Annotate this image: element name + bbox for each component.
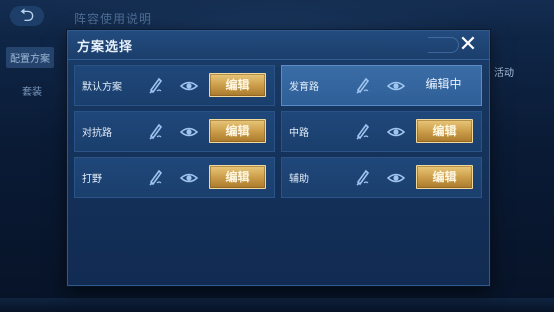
- plan-name: 中路: [289, 128, 309, 139]
- plan-card-default[interactable]: 默认方案 编辑: [74, 65, 275, 106]
- edit-button[interactable]: 编辑: [209, 73, 266, 97]
- background-title: 阵容使用说明: [74, 12, 153, 26]
- editing-status: 编辑中: [425, 77, 462, 91]
- dialog-header: 方案选择 ✕: [68, 31, 489, 60]
- plan-name: 打野: [82, 174, 102, 185]
- preview-eye-icon[interactable]: [386, 122, 406, 142]
- rename-pencil-icon[interactable]: [146, 121, 166, 141]
- side-tab-config[interactable]: 配置方案: [6, 47, 54, 68]
- edit-button[interactable]: 编辑: [416, 165, 473, 189]
- header-ornament: [428, 37, 459, 53]
- edit-button[interactable]: 编辑: [416, 119, 473, 143]
- side-tab-activity[interactable]: 活动: [494, 64, 514, 79]
- plan-name: 辅助: [289, 174, 309, 185]
- rename-pencil-icon[interactable]: [353, 167, 373, 187]
- plan-name: 对抗路: [82, 128, 112, 139]
- rename-pencil-icon[interactable]: [353, 121, 373, 141]
- plan-name: 默认方案: [82, 82, 122, 93]
- plan-name: 发育路: [289, 82, 319, 93]
- plan-select-dialog: 方案选择 ✕ 默认方案 编辑 发育路 编辑中 对抗路 编辑 中路 编辑 打野 编辑 辅助编…: [67, 30, 490, 286]
- edit-button[interactable]: 编辑: [209, 119, 266, 143]
- rename-pencil-icon[interactable]: [353, 75, 373, 95]
- rename-pencil-icon[interactable]: [146, 167, 166, 187]
- plan-card-support[interactable]: 辅助 编辑: [281, 157, 482, 198]
- plan-card-clash-lane[interactable]: 对抗路 编辑: [74, 111, 275, 152]
- plan-card-jungle[interactable]: 打野 编辑: [74, 157, 275, 198]
- plan-card-farm-lane[interactable]: 发育路 编辑中: [281, 65, 482, 106]
- preview-eye-icon[interactable]: [179, 122, 199, 142]
- side-tab-outfit[interactable]: 套装: [22, 83, 42, 98]
- preview-eye-icon[interactable]: [386, 76, 406, 96]
- preview-eye-icon[interactable]: [179, 168, 199, 188]
- edit-button[interactable]: 编辑: [209, 165, 266, 189]
- rename-pencil-icon[interactable]: [146, 75, 166, 95]
- bottom-shade: [0, 298, 554, 312]
- preview-eye-icon[interactable]: [179, 76, 199, 96]
- plan-card-mid-lane[interactable]: 中路 编辑: [281, 111, 482, 152]
- close-button[interactable]: ✕: [456, 33, 480, 57]
- dialog-title: 方案选择: [77, 40, 134, 55]
- back-button[interactable]: ⮌: [10, 6, 44, 26]
- preview-eye-icon[interactable]: [386, 168, 406, 188]
